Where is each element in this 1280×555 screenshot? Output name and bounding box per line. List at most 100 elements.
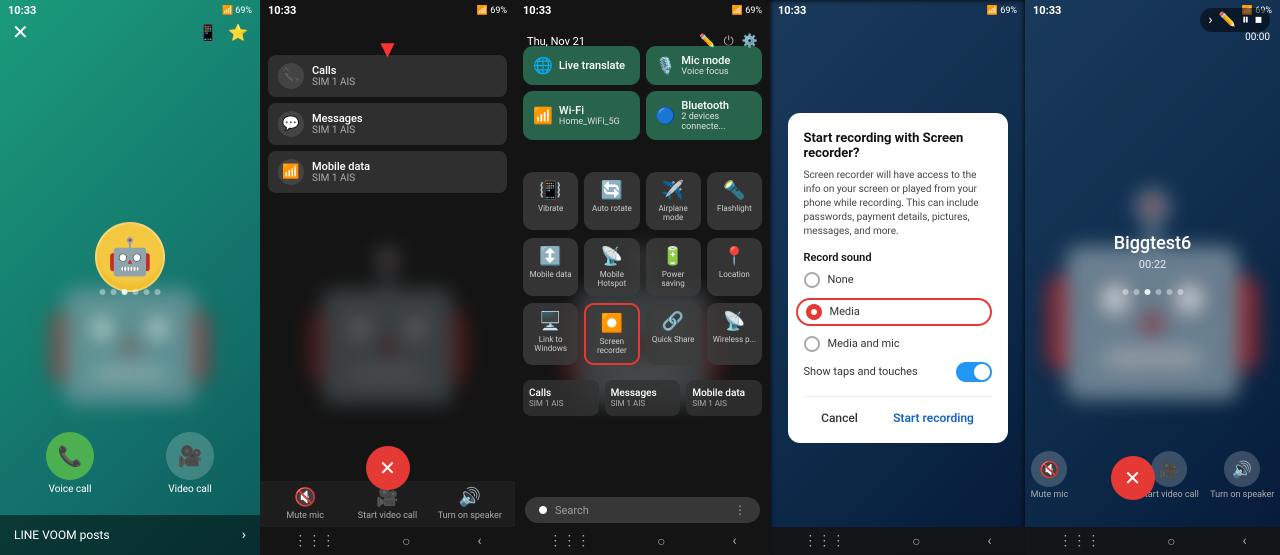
link-windows-icon: 🖥️ xyxy=(539,311,561,332)
qs-tile-mobile-data[interactable]: ↕️ Mobile data xyxy=(523,238,578,296)
voice-call-button[interactable]: 📞 Voice call xyxy=(46,432,94,495)
qs-tile-location[interactable]: 📍 Location xyxy=(707,238,762,296)
nav-bar-p2: ⋮⋮⋮ ○ ‹ xyxy=(260,527,515,555)
qs-tile-auto-rotate[interactable]: 🔄 Auto rotate xyxy=(584,172,639,230)
nav-bar-p3: ⋮⋮⋮ ○ ‹ xyxy=(515,527,770,555)
notif-mobile-data-sub: SIM 1 AIS xyxy=(312,173,497,184)
end-call-button-p2[interactable]: ✕ xyxy=(366,446,410,490)
mute-button-p2[interactable]: 🔇 Mute mic xyxy=(264,487,346,521)
close-icon[interactable]: ✕ xyxy=(12,20,29,44)
nav-home-icon-p4[interactable]: ○ xyxy=(912,533,920,550)
wifi-label: Wi-Fi xyxy=(559,104,620,117)
call-controls: › ✏️ ⏸ ⏹ xyxy=(1200,8,1270,32)
stop-icon[interactable]: ⏹ xyxy=(1255,12,1262,28)
search-placeholder: Search xyxy=(555,504,589,517)
vibrate-label: Vibrate xyxy=(538,204,563,213)
power-saving-icon: 🔋 xyxy=(662,246,684,267)
nav-back-icon-p4[interactable]: ‹ xyxy=(987,533,991,549)
qs-tile-power-saving[interactable]: 🔋 Power saving xyxy=(646,238,701,296)
qs-tile-flashlight[interactable]: 🔦 Flashlight xyxy=(707,172,762,230)
mic-mode-sub: Voice focus xyxy=(681,67,730,77)
line-voom-text: LINE VOOM posts xyxy=(14,528,110,542)
nav-menu-icon-p4[interactable]: ⋮⋮⋮ xyxy=(803,533,845,549)
notif-messages-icon: 💬 xyxy=(278,111,304,137)
wireless-icon: 📡 xyxy=(723,311,745,332)
status-icons-p3: 📶 69% xyxy=(732,6,762,16)
active-call-panel: 🤖 10:33 📶 69% › ✏️ ⏸ ⏹ 00:00 Biggtest6 0… xyxy=(1025,0,1280,555)
nav-home-icon-p5[interactable]: ○ xyxy=(1167,533,1175,550)
sim-row: Calls SIM 1 AIS Messages SIM 1 AIS Mobil… xyxy=(519,380,766,416)
option-none[interactable]: None xyxy=(804,272,992,288)
speaker-button-p5[interactable]: 🔊 Turn on speaker xyxy=(1210,451,1274,500)
qs-tile-vibrate[interactable]: 📳 Vibrate xyxy=(523,172,578,230)
qs-tile-link-windows[interactable]: 🖥️ Link to Windows xyxy=(523,303,578,365)
qs-tile-hotspot[interactable]: 📡 Mobile Hotspot xyxy=(584,238,639,296)
qs-tile-screen-recorder[interactable]: ⏺️ Screen recorder xyxy=(584,303,639,365)
notif-messages-sub: SIM 1 AIS xyxy=(312,125,497,136)
show-taps-label: Show taps and touches xyxy=(804,365,918,378)
p5-dot-5 xyxy=(1166,289,1172,295)
cancel-button[interactable]: Cancel xyxy=(811,407,868,429)
nav-menu-icon-p3[interactable]: ⋮⋮⋮ xyxy=(548,533,590,549)
nav-menu-icon[interactable]: ⋮⋮⋮ xyxy=(293,533,335,549)
speaker-button-p2[interactable]: 🔊 Turn on speaker xyxy=(429,487,511,521)
mute-button-p5[interactable]: 🔇 Mute mic xyxy=(1031,451,1069,500)
search-bar-p3[interactable]: Search ⋮ xyxy=(525,497,760,523)
p5-dot-1 xyxy=(1122,289,1128,295)
start-recording-button[interactable]: Start recording xyxy=(883,407,984,429)
notification-item-messages[interactable]: 💬 Messages SIM 1 AIS xyxy=(268,103,507,145)
qs-tile-mic-mode[interactable]: 🎙️ Mic mode Voice focus xyxy=(646,46,763,85)
nav-menu-icon-p5[interactable]: ⋮⋮⋮ xyxy=(1058,533,1100,549)
qs-row-4: 🖥️ Link to Windows ⏺️ Screen recorder 🔗 … xyxy=(519,303,766,365)
radio-media-mic[interactable] xyxy=(804,336,820,352)
qs-tile-live-translate[interactable]: 🌐 Live translate xyxy=(523,46,640,85)
notif-calls-title: Calls xyxy=(312,64,497,77)
dot-5 xyxy=(144,289,150,295)
pencil-icon[interactable]: ✏️ xyxy=(1219,12,1236,28)
line-voom-bar[interactable]: LINE VOOM posts › xyxy=(0,515,260,555)
notification-item-mobile-data[interactable]: 📶 Mobile data SIM 1 AIS xyxy=(268,151,507,193)
radio-media[interactable] xyxy=(806,304,822,320)
qs-tile-bluetooth[interactable]: 🔵 Bluetooth 2 devices connecte... xyxy=(646,91,763,140)
nav-home-icon[interactable]: ○ xyxy=(402,533,410,550)
call-controls-bar: › ✏️ ⏸ ⏹ xyxy=(1025,8,1280,32)
video-call-button[interactable]: 🎥 Video call xyxy=(166,432,214,495)
pause-icon[interactable]: ⏸ xyxy=(1242,12,1249,28)
more-icon[interactable]: ⋮ xyxy=(734,503,746,517)
call-header: ✕ 📱 ⭐ xyxy=(0,0,260,52)
nav-back-icon[interactable]: ‹ xyxy=(477,533,481,549)
radio-none[interactable] xyxy=(804,272,820,288)
option-media-mic[interactable]: Media and mic xyxy=(804,336,992,352)
speaker-label-p2: Turn on speaker xyxy=(438,511,502,521)
phone-icon[interactable]: 📱 xyxy=(198,23,218,42)
nav-back-icon-p3[interactable]: ‹ xyxy=(732,533,736,549)
mute-icon-p5: 🔇 xyxy=(1031,451,1067,487)
voice-call-icon: 📞 xyxy=(46,432,94,480)
auto-rotate-icon: 🔄 xyxy=(601,180,623,201)
qs-tile-quick-share[interactable]: 🔗 Quick Share xyxy=(646,303,701,365)
link-windows-label: Link to Windows xyxy=(527,335,574,353)
mute-label-p5: Mute mic xyxy=(1031,490,1069,500)
qs-tile-wireless[interactable]: 📡 Wireless p... xyxy=(707,303,762,365)
show-taps-toggle[interactable] xyxy=(956,362,992,382)
caller-avatar: 🤖 xyxy=(95,222,165,292)
p5-dot-3 xyxy=(1144,289,1150,295)
option-media[interactable]: Media xyxy=(796,298,992,326)
caller-name-area: Biggtest6 00:22 xyxy=(1025,233,1280,271)
caller-avatar-area: 🤖 xyxy=(95,222,165,292)
notif-calls-icon: 📞 xyxy=(278,63,304,89)
speaker-icon-p5: 🔊 xyxy=(1224,451,1260,487)
nav-home-icon-p3[interactable]: ○ xyxy=(657,533,665,550)
notification-list: 📞 Calls SIM 1 AIS 💬 Messages SIM 1 AIS 📶… xyxy=(268,55,507,193)
expand-icon[interactable]: › xyxy=(1208,12,1212,28)
qs-tile-airplane[interactable]: ✈️ Airplane mode xyxy=(646,172,701,230)
airplane-icon: ✈️ xyxy=(662,180,684,201)
nav-back-icon-p5[interactable]: ‹ xyxy=(1242,533,1246,549)
dialog-buttons: Cancel Start recording xyxy=(804,396,992,429)
star-icon[interactable]: ⭐ xyxy=(228,23,248,42)
end-call-button-p5[interactable]: ✕ xyxy=(1111,456,1155,500)
sim-mobile-data: Mobile data SIM 1 AIS xyxy=(686,380,762,416)
video-icon-p5: 🎥 xyxy=(1151,451,1187,487)
video-button-p2[interactable]: 🎥 Start video call xyxy=(346,487,428,521)
qs-tile-wifi[interactable]: 📶 Wi-Fi Home_WiFi_5G xyxy=(523,91,640,140)
